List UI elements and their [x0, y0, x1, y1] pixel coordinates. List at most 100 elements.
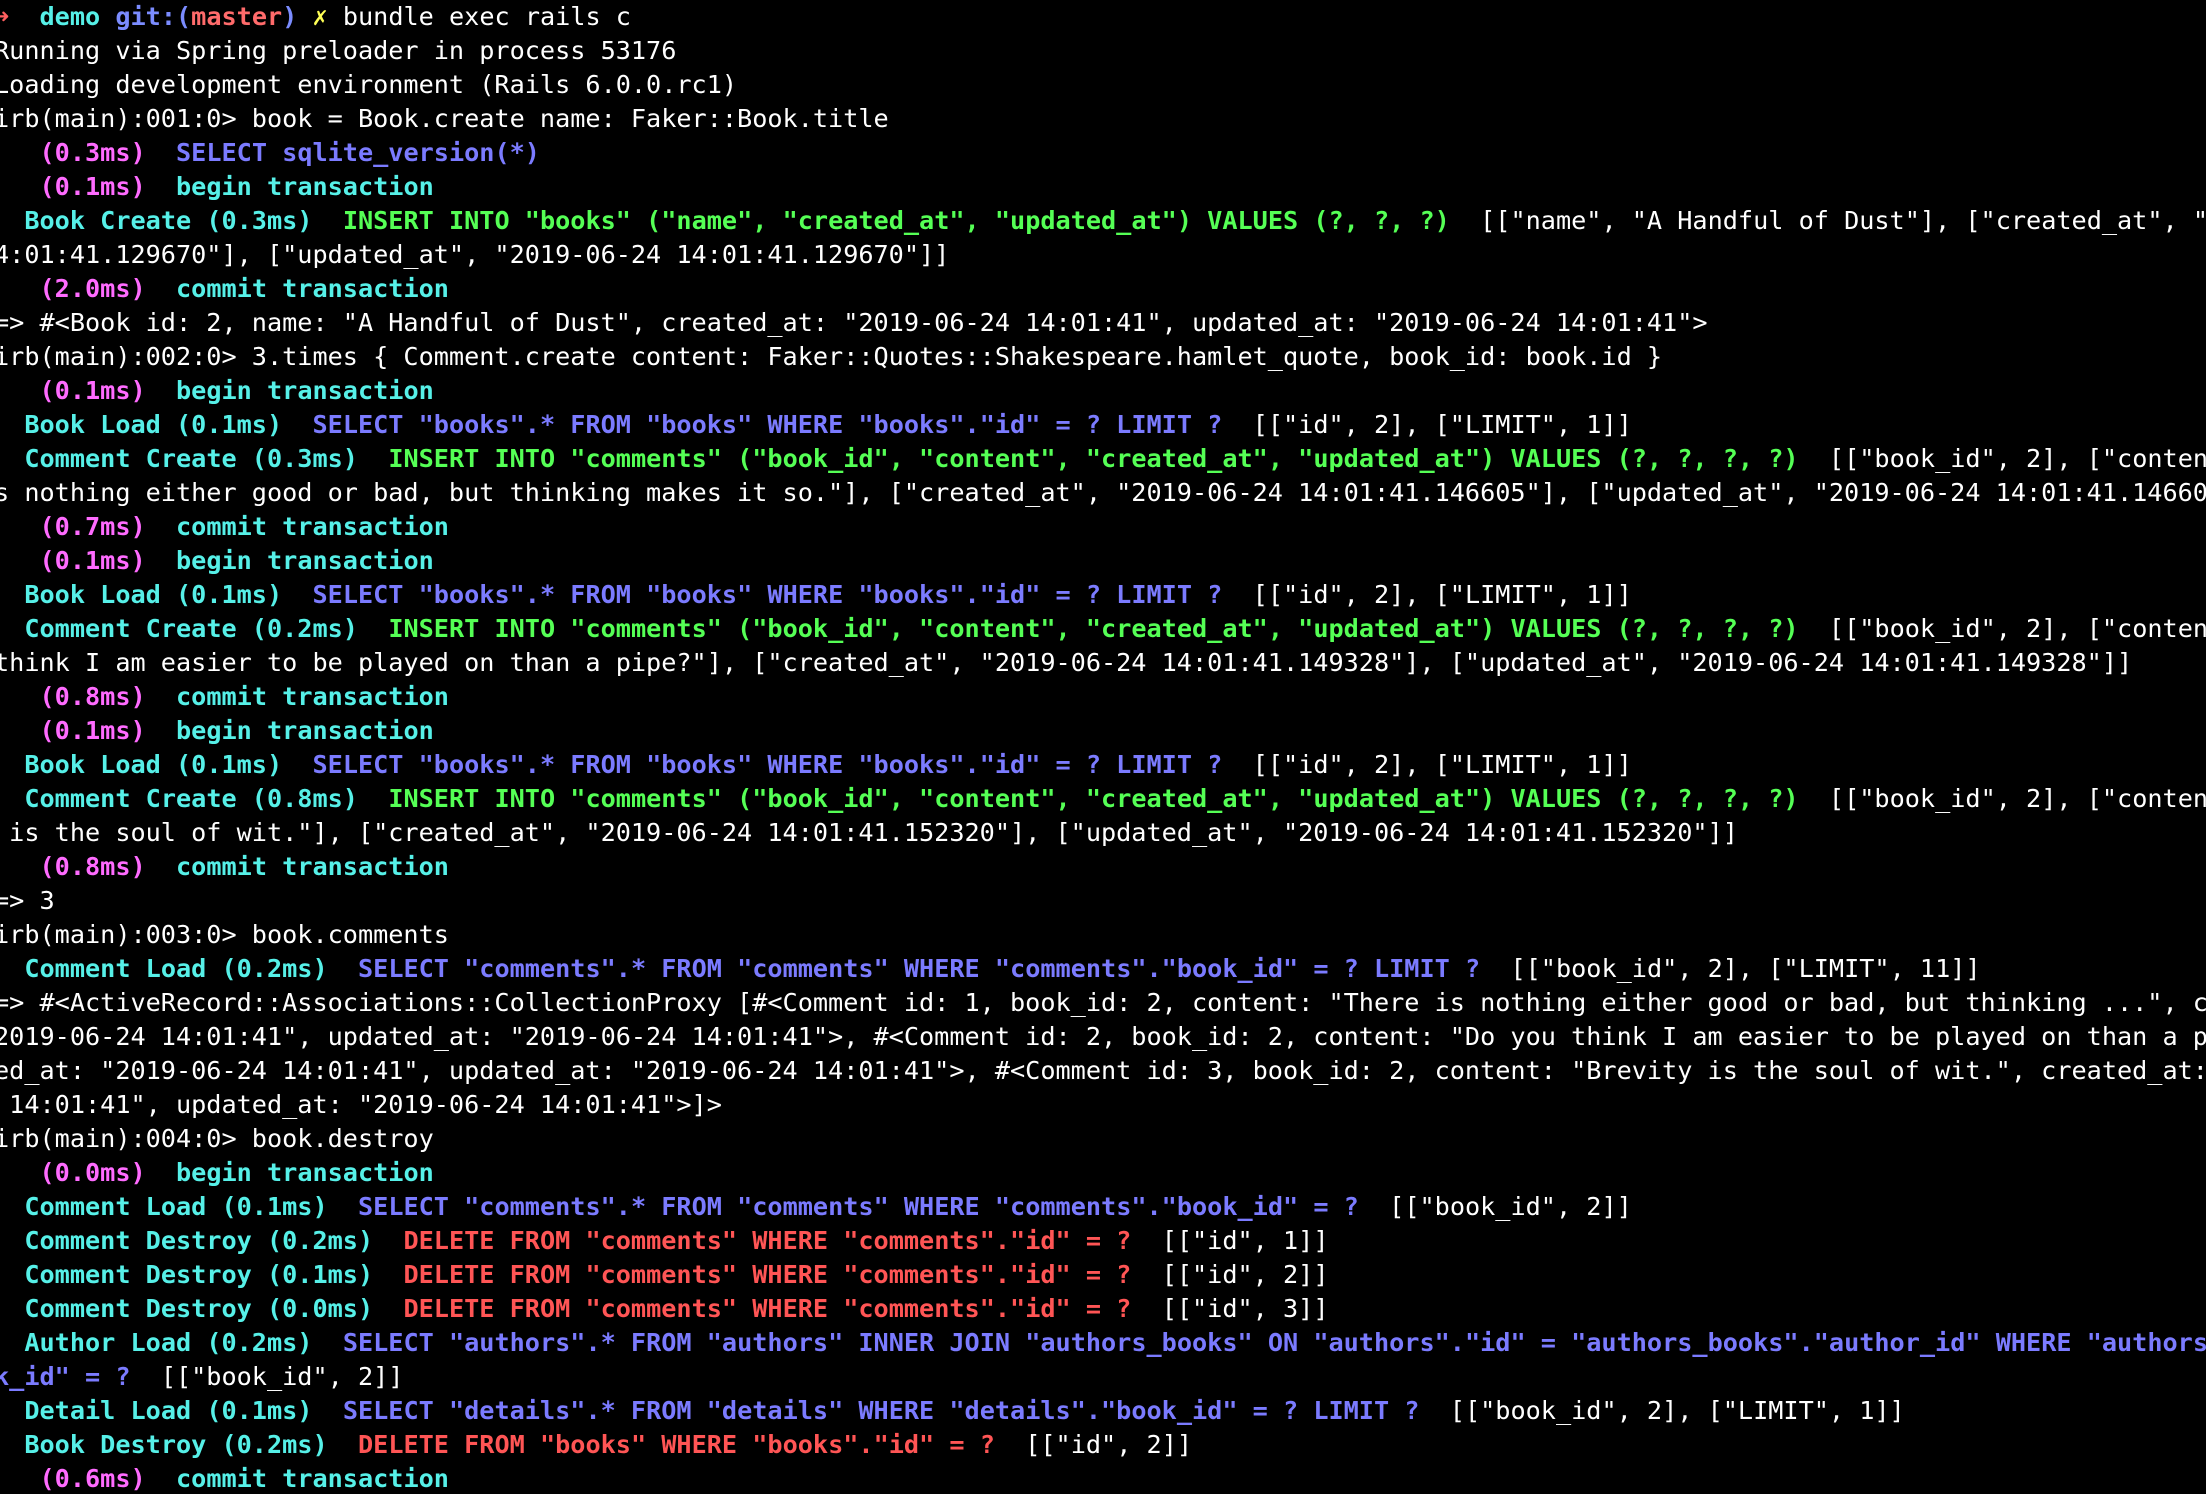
terminal-text-segment: begin transaction — [176, 1158, 434, 1187]
terminal-text-segment: Comment Load (0.1ms) — [24, 1192, 328, 1221]
terminal-text-segment: begin transaction — [176, 376, 434, 405]
terminal-line: Book Create (0.3ms) INSERT INTO "books" … — [0, 204, 2206, 238]
terminal-text-segment: git:( — [115, 2, 192, 31]
terminal-line: s nothing either good or bad, but thinki… — [0, 476, 2206, 510]
terminal-text-segment: [["book_id", 2]] — [1358, 1192, 1632, 1221]
terminal-text-segment: SELECT "authors".* FROM "authors" INNER … — [342, 1328, 2206, 1357]
terminal-text-segment: [["id", 2]] — [994, 1430, 1193, 1459]
terminal-text-segment: (0.3ms) — [39, 138, 146, 167]
terminal-line: (0.6ms) commit transaction — [0, 1462, 2206, 1494]
terminal-line: irb(main):003:0> book.comments — [0, 918, 2206, 952]
terminal-line: Book Load (0.1ms) SELECT "books".* FROM … — [0, 748, 2206, 782]
terminal-text-segment: Comment Create (0.2ms) — [24, 614, 358, 643]
terminal-text-segment: [["id", 2]] — [1131, 1260, 1329, 1289]
terminal-text-segment: commit transaction — [176, 682, 449, 711]
terminal-line: (0.8ms) commit transaction — [0, 850, 2206, 884]
terminal-line: (0.8ms) commit transaction — [0, 680, 2206, 714]
terminal-text-segment: 14:01:41", updated_at: "2019-06-24 14:01… — [0, 1090, 722, 1119]
terminal-text-segment: DELETE FROM "books" WHERE "books"."id" =… — [357, 1430, 995, 1459]
terminal-text-segment: Detail Load (0.1ms) — [24, 1396, 313, 1425]
terminal-line: irb(main):002:0> 3.times { Comment.creat… — [0, 340, 2206, 374]
terminal-text-segment: think I am easier to be played on than a… — [0, 648, 2133, 677]
terminal-text-segment: [["book_id", 2], ["content", "There i — [1828, 444, 2206, 473]
terminal-text-segment: (0.8ms) — [39, 852, 146, 881]
terminal-text-segment: DELETE FROM "comments" WHERE "comments".… — [403, 1294, 1132, 1323]
terminal-line: (0.0ms) begin transaction — [0, 1156, 2206, 1190]
terminal-text-segment: 4:01:41.129670"], ["updated_at", "2019-0… — [0, 240, 950, 269]
terminal-text-segment: begin transaction — [176, 546, 434, 575]
terminal-text-segment: ) — [282, 2, 313, 31]
terminal-text-segment: INSERT INTO "comments" ("book_id", "cont… — [388, 784, 1799, 813]
terminal-line: is the soul of wit."], ["created_at", "2… — [0, 816, 2206, 850]
terminal-text-segment: ed_at: "2019-06-24 14:01:41", updated_at… — [0, 1056, 2206, 1085]
terminal-line: (2.0ms) commit transaction — [0, 272, 2206, 306]
terminal-text-segment: [["book_id", 2]] — [130, 1362, 404, 1391]
terminal-text-segment: INSERT INTO "comments" ("book_id", "cont… — [388, 614, 1799, 643]
terminal-text-segment: Loading development environment (Rails 6… — [0, 70, 738, 99]
terminal-text-segment: (0.8ms) — [39, 682, 146, 711]
terminal-line: (0.1ms) begin transaction — [0, 714, 2206, 748]
terminal-text-segment: INSERT INTO "comments" ("book_id", "cont… — [388, 444, 1799, 473]
terminal-text-segment: SELECT "books".* FROM "books" WHERE "boo… — [312, 580, 1223, 609]
terminal-text-segment: Comment Create (0.8ms) — [24, 784, 358, 813]
terminal-text-segment: Book Create (0.3ms) — [24, 206, 313, 235]
terminal-line: => #<ActiveRecord::Associations::Collect… — [0, 986, 2206, 1020]
terminal-line: irb(main):004:0> book.destroy — [0, 1122, 2206, 1156]
terminal-text-segment: s nothing either good or bad, but thinki… — [0, 478, 2206, 507]
terminal-line: ed_at: "2019-06-24 14:01:41", updated_at… — [0, 1054, 2206, 1088]
terminal-text-segment: [["id", 2], ["LIMIT", 1]] — [1222, 580, 1632, 609]
terminal-text-segment: (0.1ms) — [39, 546, 146, 575]
terminal-text-segment: Comment Destroy (0.1ms) — [24, 1260, 374, 1289]
terminal-text-segment: irb(main):004:0> book.destroy — [0, 1124, 434, 1153]
terminal-text-segment: Running via Spring preloader in process … — [0, 36, 677, 65]
terminal-text-segment: INSERT INTO "books" ("name", "created_at… — [342, 206, 1450, 235]
terminal-line: => #<Book id: 2, name: "A Handful of Dus… — [0, 306, 2206, 340]
terminal-line: (0.1ms) begin transaction — [0, 170, 2206, 204]
terminal-text-segment: 2019-06-24 14:01:41", updated_at: "2019-… — [0, 1022, 2206, 1051]
terminal-text-segment: begin transaction — [176, 172, 434, 201]
terminal-line: Comment Load (0.1ms) SELECT "comments".*… — [0, 1190, 2206, 1224]
terminal-text-segment: Book Load (0.1ms) — [24, 580, 283, 609]
terminal-text-segment: (0.1ms) — [39, 172, 146, 201]
terminal-text-segment: SELECT "books".* FROM "books" WHERE "boo… — [312, 750, 1223, 779]
terminal-line: Comment Create (0.3ms) INSERT INTO "comm… — [0, 442, 2206, 476]
terminal-text-segment: SELECT "comments".* FROM "comments" WHER… — [357, 954, 1481, 983]
terminal-line: Book Destroy (0.2ms) DELETE FROM "books"… — [0, 1428, 2206, 1462]
terminal-output[interactable]: ➜ demo git:(master) ✗ bundle exec rails … — [0, 0, 2206, 1494]
terminal-text-segment: [["id", 3]] — [1131, 1294, 1329, 1323]
terminal-line: k_id" = ? [["book_id", 2]] — [0, 1360, 2206, 1394]
terminal-text-segment: ✗ — [312, 2, 343, 31]
terminal-text-segment: (0.1ms) — [39, 716, 146, 745]
terminal-line: Detail Load (0.1ms) SELECT "details".* F… — [0, 1394, 2206, 1428]
terminal-text-segment: [["id", 1]] — [1131, 1226, 1329, 1255]
